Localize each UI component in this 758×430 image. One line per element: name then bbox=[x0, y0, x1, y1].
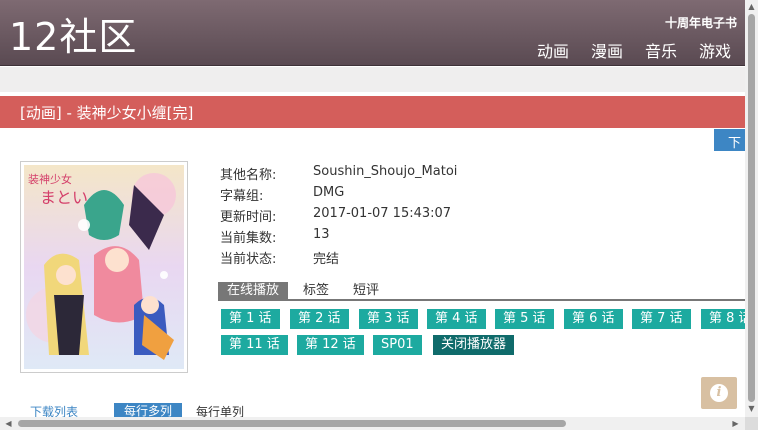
info-button[interactable]: i bbox=[701, 377, 737, 409]
episode-button[interactable]: 第 4 话 bbox=[427, 309, 486, 329]
episode-button[interactable]: 第 3 话 bbox=[359, 309, 418, 329]
info-panel: 其他名称: Soushin_Shoujo_Matoi 字幕组: DMG 更新时间… bbox=[220, 164, 457, 269]
close-player-button[interactable]: 关闭播放器 bbox=[433, 335, 515, 355]
scroll-down-icon[interactable]: ▼ bbox=[747, 404, 756, 413]
info-value: Soushin_Shoujo_Matoi bbox=[313, 164, 458, 179]
nav-item-manga[interactable]: 漫画 bbox=[591, 38, 623, 62]
horizontal-scroll-thumb[interactable] bbox=[18, 420, 566, 427]
poster-title: 装神少女 bbox=[28, 172, 72, 186]
scroll-left-icon[interactable]: ◀ bbox=[4, 419, 13, 428]
gray-strip bbox=[0, 67, 745, 92]
info-row-subgroup: 字幕组: DMG bbox=[220, 185, 457, 206]
info-value: 2017-01-07 15:43:07 bbox=[313, 206, 452, 221]
episode-button[interactable]: 第 1 话 bbox=[221, 309, 280, 329]
info-key: 字幕组: bbox=[220, 189, 264, 204]
tagline-link[interactable]: 十周年电子书 bbox=[665, 14, 737, 31]
info-value: 完结 bbox=[313, 252, 340, 267]
episode-list: 第 1 话 第 2 话 第 3 话 第 4 话 第 5 话 第 6 话 第 7 … bbox=[221, 309, 745, 357]
tab-online-play[interactable]: 在线播放 bbox=[218, 282, 289, 300]
episode-button[interactable]: 第 2 话 bbox=[290, 309, 349, 329]
episode-button[interactable]: 第 5 话 bbox=[495, 309, 554, 329]
info-icon: i bbox=[710, 384, 728, 402]
episode-button[interactable]: SP01 bbox=[373, 335, 422, 355]
page-title-bar: [动画] - 装神少女小缠[完] bbox=[0, 96, 745, 128]
tab-tags[interactable]: 标签 bbox=[294, 282, 338, 300]
episode-button[interactable]: 第 12 话 bbox=[297, 335, 364, 355]
nav-item-music[interactable]: 音乐 bbox=[645, 38, 677, 62]
poster-image: 装神少女 まとい bbox=[24, 165, 184, 369]
main-nav: 动画 漫画 音乐 游戏 bbox=[537, 38, 731, 62]
anime-poster: 装神少女 まとい bbox=[20, 161, 188, 373]
episode-button[interactable]: 第 7 话 bbox=[632, 309, 691, 329]
info-row-episodes: 当前集数: 13 bbox=[220, 227, 457, 248]
scroll-up-icon[interactable]: ▲ bbox=[747, 2, 756, 11]
info-key: 更新时间: bbox=[220, 210, 277, 225]
info-key: 其他名称: bbox=[220, 168, 277, 183]
tab-reviews[interactable]: 短评 bbox=[344, 282, 388, 300]
download-tab[interactable]: 下 bbox=[714, 129, 745, 151]
content-tabs: 在线播放 标签 短评 bbox=[218, 282, 745, 301]
episode-button[interactable]: 第 6 话 bbox=[564, 309, 623, 329]
info-value: 13 bbox=[313, 227, 330, 242]
nav-item-anime[interactable]: 动画 bbox=[537, 38, 569, 62]
site-header: 12社区 十周年电子书 动画 漫画 音乐 游戏 bbox=[0, 0, 745, 66]
info-row-alias: 其他名称: Soushin_Shoujo_Matoi bbox=[220, 164, 457, 185]
episode-button[interactable]: 第 11 话 bbox=[221, 335, 288, 355]
scrollbar-corner bbox=[745, 417, 758, 430]
vertical-scroll-thumb[interactable] bbox=[748, 14, 755, 402]
horizontal-scrollbar[interactable]: ◀ ▶ bbox=[0, 417, 745, 430]
nav-item-games[interactable]: 游戏 bbox=[699, 38, 731, 62]
site-logo[interactable]: 12社区 bbox=[9, 15, 137, 59]
episode-button[interactable]: 第 8 话 bbox=[701, 309, 745, 329]
scroll-right-icon[interactable]: ▶ bbox=[731, 419, 740, 428]
vertical-scrollbar[interactable]: ▲ ▼ bbox=[745, 0, 758, 417]
info-row-status: 当前状态: 完结 bbox=[220, 248, 457, 269]
info-value: DMG bbox=[313, 185, 345, 200]
poster-subtitle: まとい bbox=[40, 188, 88, 207]
info-key: 当前集数: bbox=[220, 231, 277, 246]
info-key: 当前状态: bbox=[220, 252, 277, 267]
page-title: [动画] - 装神少女小缠[完] bbox=[20, 104, 194, 122]
info-row-updated: 更新时间: 2017-01-07 15:43:07 bbox=[220, 206, 457, 227]
